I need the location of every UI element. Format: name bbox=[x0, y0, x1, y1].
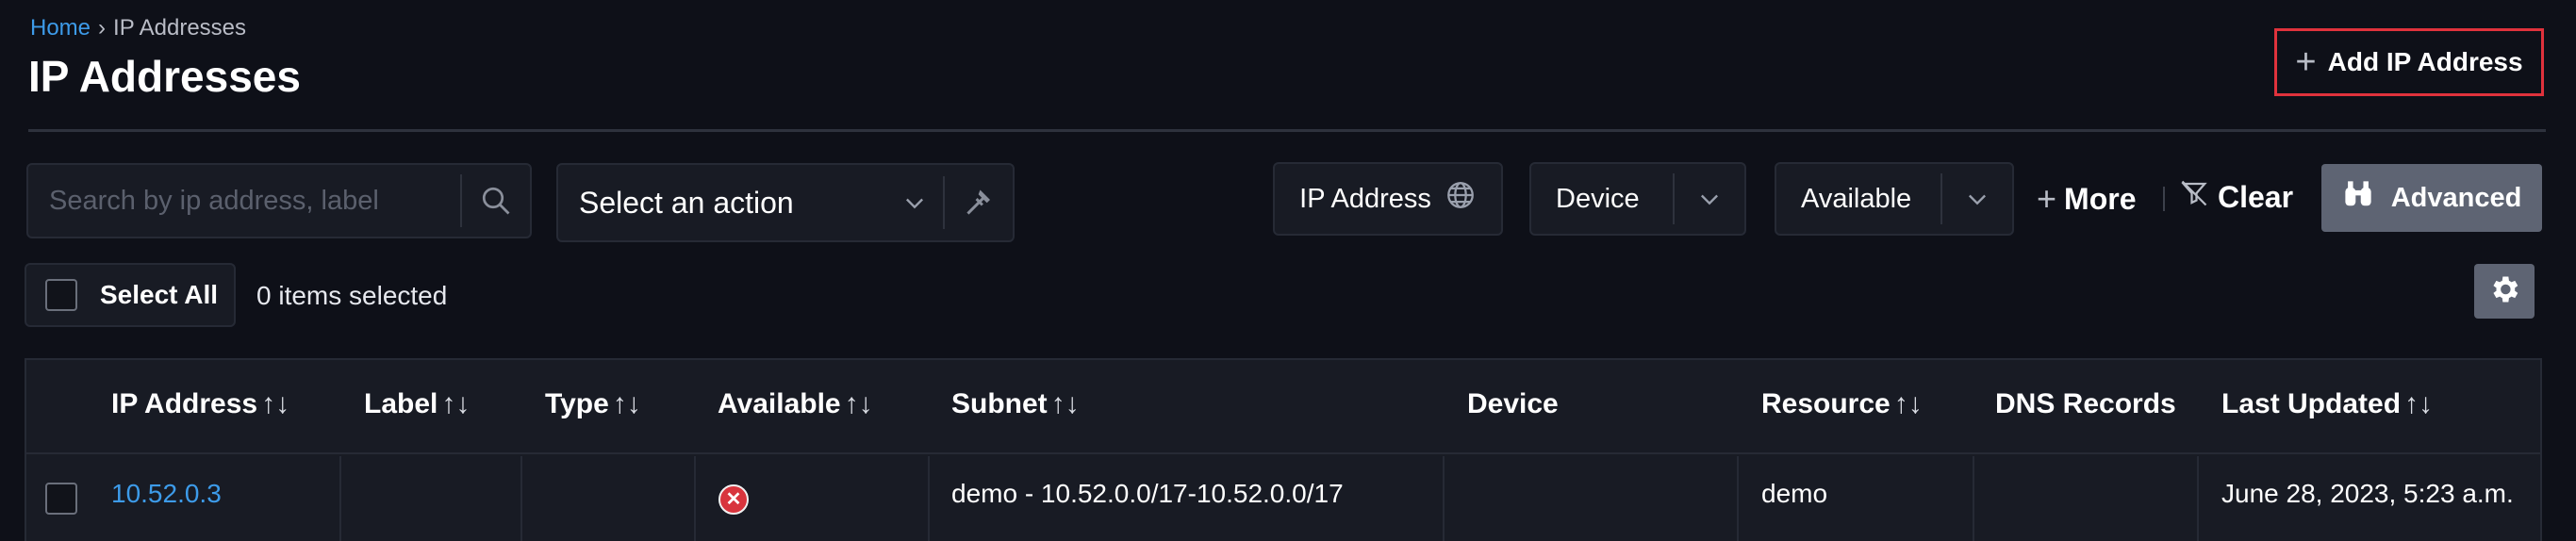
ip-address-table: IP Address ↑↓ Label ↑↓ Type ↑↓ Available ↑↓ … bbox=[25, 358, 2542, 541]
column-divider bbox=[1973, 456, 1974, 541]
table-row: 10.52.0.3 ✕ demo - 10.52.0.0/17-10.52.0.… bbox=[26, 456, 2540, 541]
column-header-label: Last Updated bbox=[2221, 388, 2402, 419]
breadcrumb-separator: › bbox=[98, 15, 107, 41]
sort-icon: ↑↓ bbox=[1893, 388, 1923, 419]
column-divider bbox=[1443, 456, 1445, 541]
search-icon[interactable] bbox=[462, 184, 530, 218]
clear-filters-label: Clear bbox=[2218, 179, 2294, 214]
page-title: IP Addresses bbox=[28, 52, 301, 101]
column-header-type[interactable]: Type ↑↓ bbox=[545, 388, 641, 420]
clear-filters-button[interactable]: Clear bbox=[2180, 179, 2293, 215]
more-filters-label: More bbox=[2064, 181, 2137, 216]
sort-icon: ↑↓ bbox=[441, 388, 471, 419]
filter-device[interactable]: Device bbox=[1529, 162, 1746, 236]
column-header-label: Resource bbox=[1761, 388, 1891, 419]
column-header-subnet[interactable]: Subnet ↑↓ bbox=[951, 388, 1080, 420]
sort-icon: ↑↓ bbox=[261, 388, 290, 419]
table-settings-button[interactable] bbox=[2474, 264, 2535, 319]
more-filters-button[interactable]: + More bbox=[2037, 179, 2136, 219]
cell-resource: demo bbox=[1761, 479, 1828, 508]
column-header-label: Device bbox=[1467, 388, 1559, 419]
sort-icon: ↑↓ bbox=[844, 388, 873, 419]
column-header-device: Device bbox=[1467, 388, 1559, 420]
column-header-available[interactable]: Available ↑↓ bbox=[718, 388, 873, 420]
column-header-label: Subnet bbox=[951, 388, 1048, 419]
column-header-label: IP Address bbox=[111, 388, 258, 419]
breadcrumb-home-link[interactable]: Home bbox=[30, 15, 91, 41]
filter-clear-icon bbox=[2180, 179, 2208, 215]
header-divider bbox=[28, 129, 2546, 132]
column-header-dns-records: DNS Records bbox=[1995, 388, 2176, 420]
cell-ip-address[interactable]: 10.52.0.3 bbox=[111, 479, 222, 509]
sort-icon: ↑↓ bbox=[612, 388, 641, 419]
breadcrumb: Home › IP Addresses bbox=[30, 15, 246, 41]
filter-device-label: Device bbox=[1556, 183, 1640, 214]
row-checkbox[interactable] bbox=[45, 483, 77, 515]
breadcrumb-current: IP Addresses bbox=[113, 15, 247, 41]
selected-count: 0 items selected bbox=[256, 281, 448, 310]
x-circle-icon: ✕ bbox=[718, 484, 749, 515]
chevron-down-icon[interactable] bbox=[1675, 186, 1744, 212]
filter-ip-address[interactable]: IP Address bbox=[1273, 162, 1503, 236]
action-select[interactable]: Select an action bbox=[556, 163, 1015, 242]
globe-icon bbox=[1445, 179, 1477, 219]
add-ip-address-button[interactable]: + Add IP Address bbox=[2274, 28, 2544, 96]
cell-last-updated: June 28, 2023, 5:23 a.m. bbox=[2221, 479, 2514, 508]
gear-icon bbox=[2487, 272, 2521, 311]
column-header-label: Label bbox=[364, 388, 438, 419]
search-box bbox=[26, 163, 532, 238]
sort-icon: ↑↓ bbox=[1050, 388, 1080, 419]
action-select-label: Select an action bbox=[579, 185, 794, 220]
sort-icon: ↑↓ bbox=[2404, 388, 2434, 419]
column-divider bbox=[1737, 456, 1739, 541]
plus-icon: + bbox=[2295, 41, 2317, 82]
filter-available-label: Available bbox=[1801, 183, 1912, 214]
binoculars-icon bbox=[2342, 180, 2374, 216]
filter-ip-address-label: IP Address bbox=[1299, 183, 1431, 214]
column-divider bbox=[928, 456, 930, 541]
select-all-toggle[interactable]: Select All bbox=[25, 263, 236, 327]
cell-subnet: demo - 10.52.0.0/17-10.52.0.0/17 bbox=[951, 479, 1344, 508]
chevron-down-icon bbox=[886, 189, 943, 216]
column-divider bbox=[2197, 456, 2199, 541]
column-header-label: Available bbox=[718, 388, 841, 419]
select-all-label: Select All bbox=[100, 280, 219, 309]
column-header-ip-address[interactable]: IP Address ↑↓ bbox=[111, 388, 289, 420]
table-header: IP Address ↑↓ Label ↑↓ Type ↑↓ Available ↑↓ … bbox=[26, 360, 2540, 454]
column-divider bbox=[694, 456, 696, 541]
add-ip-address-label: Add IP Address bbox=[2327, 47, 2523, 76]
select-all-checkbox[interactable] bbox=[45, 279, 77, 311]
filter-separator bbox=[2163, 187, 2165, 211]
column-divider bbox=[339, 456, 341, 541]
chevron-down-icon[interactable] bbox=[1942, 186, 2012, 212]
column-header-last-updated[interactable]: Last Updated ↑↓ bbox=[2221, 388, 2433, 420]
column-header-resource[interactable]: Resource ↑↓ bbox=[1761, 388, 1923, 420]
column-header-label: Type bbox=[545, 388, 609, 419]
search-input[interactable] bbox=[28, 165, 461, 237]
column-divider bbox=[520, 456, 522, 541]
filter-available[interactable]: Available bbox=[1775, 162, 2014, 236]
column-header-label[interactable]: Label ↑↓ bbox=[364, 388, 470, 420]
plus-icon: + bbox=[2037, 179, 2057, 218]
column-header-label: DNS Records bbox=[1995, 388, 2176, 419]
advanced-search-label: Advanced bbox=[2390, 182, 2522, 213]
hammer-icon[interactable] bbox=[945, 186, 1013, 220]
advanced-search-button[interactable]: Advanced bbox=[2321, 164, 2542, 232]
